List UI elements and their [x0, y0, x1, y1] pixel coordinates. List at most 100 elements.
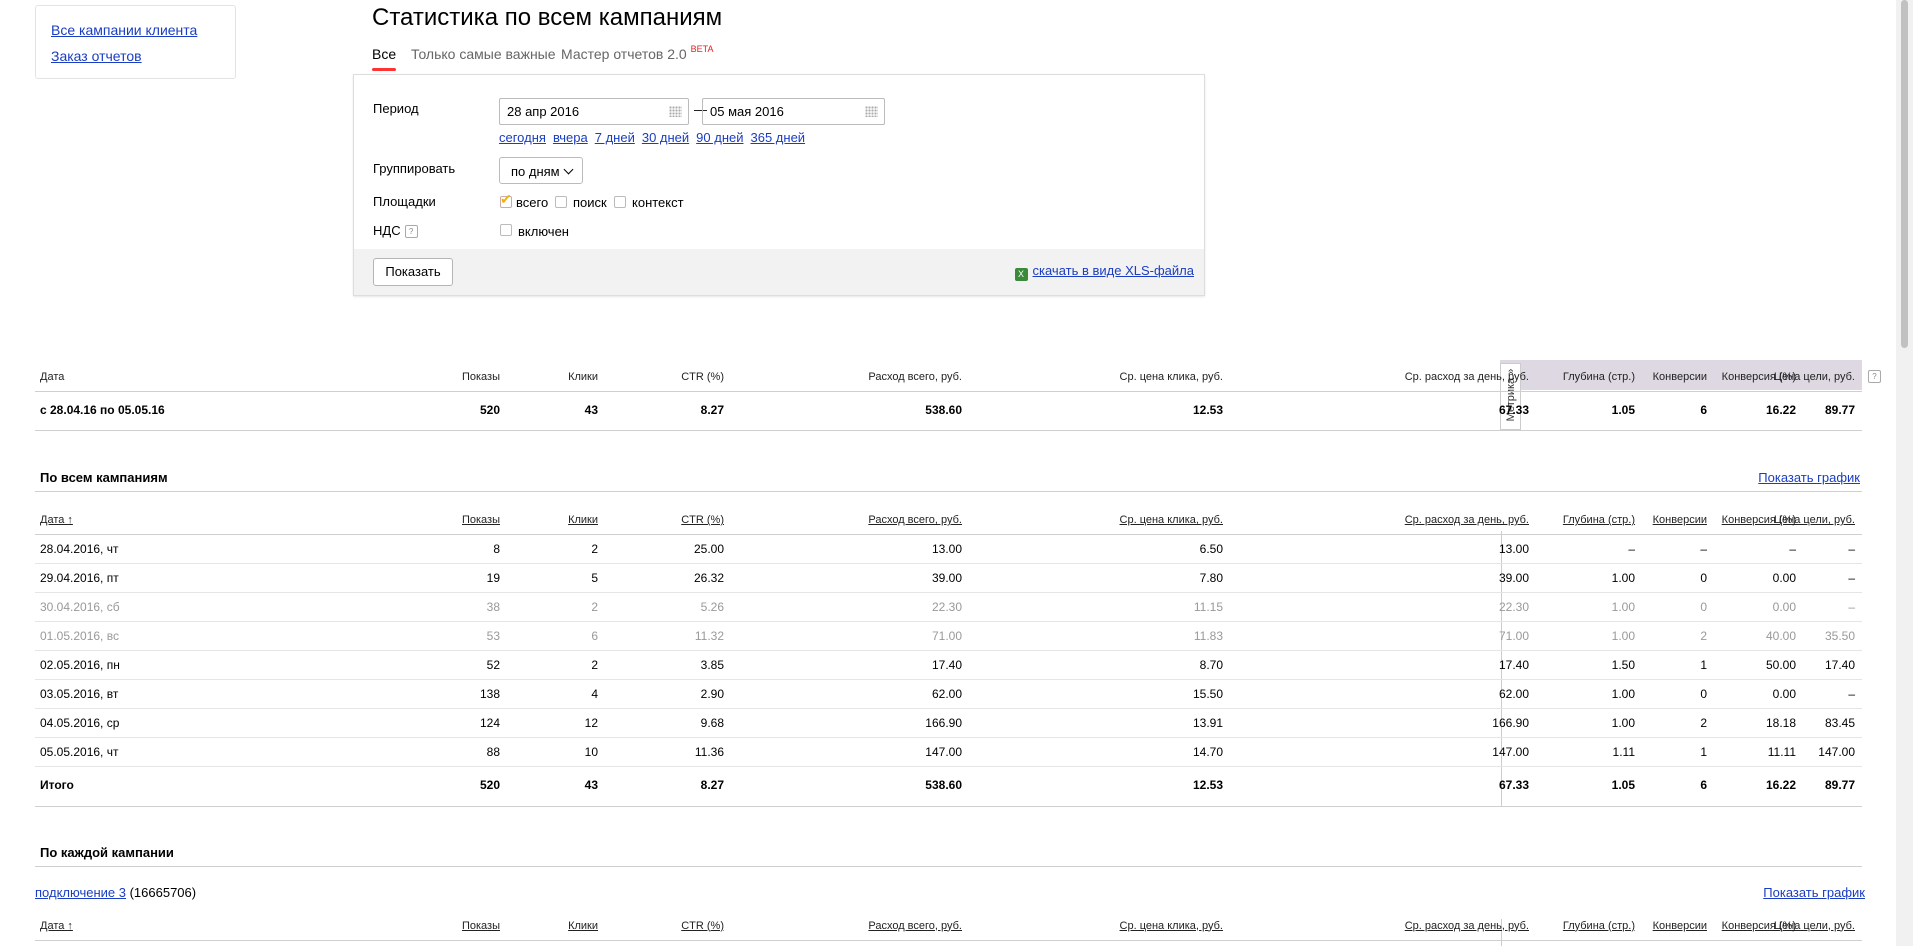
campaign-link[interactable]: подключение 3 — [35, 885, 126, 900]
show-button[interactable]: Показать — [373, 258, 453, 286]
table-row: 02.05.2016, пн 52 2 3.85 17.40 8.70 17.40 1.50 1… — [35, 650, 1862, 679]
col-impressions-sort[interactable]: Показы — [462, 506, 500, 534]
summary-avg-click: 12.53 — [1192, 403, 1223, 417]
col-ctr-label: CTR (%) — [681, 514, 724, 526]
col-goal-price: Цена цели, руб. — [1773, 370, 1855, 383]
all-client-campaigns-link[interactable]: Все кампании клиента — [51, 22, 197, 38]
order-reports-link[interactable]: Заказ отчетов — [51, 48, 142, 64]
cell-avg-click: 6.50 — [1199, 541, 1223, 556]
col-avg-click-sort[interactable]: Ср. цена клика, руб. — [1120, 506, 1223, 534]
daily-header-row: Дата ↑ Показы Клики CTR (%) Расход всего… — [35, 506, 1862, 534]
cell-conversions: 2 — [1700, 715, 1707, 730]
col-goal-price-label: Цена цели, руб. — [1773, 514, 1855, 526]
period-90-days-link[interactable]: 90 дней — [696, 130, 743, 145]
col-date-sort[interactable]: Дата ↑ — [40, 912, 73, 939]
table-row: 01.05.2016, вс 53 6 11.32 71.00 11.83 71.00 1.0… — [35, 621, 1862, 650]
col-spend-sort[interactable]: Расход всего, руб. — [868, 506, 962, 534]
cell-conversion-rate: – — [1789, 541, 1796, 556]
cell-clicks: 2 — [591, 541, 598, 556]
cell-avg-click: 13.91 — [1192, 715, 1223, 730]
col-ctr-sort[interactable]: CTR (%) — [681, 912, 724, 939]
cell-depth: 1.00 — [1611, 570, 1635, 585]
xls-download[interactable]: Xскачать в виде XLS-файла — [1014, 263, 1195, 281]
beta-badge: BETA — [690, 44, 714, 54]
vat-checkbox[interactable] — [500, 224, 512, 236]
period-yesterday-link[interactable]: вчера — [553, 130, 588, 145]
col-impressions-label: Показы — [461, 919, 500, 932]
period-365-days-link[interactable]: 365 дней — [751, 130, 806, 145]
cell-conversions: 0 — [1700, 599, 1707, 614]
col-depth-sort[interactable]: Глубина (стр.) — [1563, 506, 1635, 534]
total-avg-click: 12.53 — [1192, 778, 1223, 792]
cell-ctr: 2.90 — [700, 686, 724, 701]
cell-clicks: 4 — [591, 686, 598, 701]
cell-conversions: – — [1700, 541, 1707, 556]
excel-icon: X — [1014, 268, 1028, 281]
tab-all[interactable]: Все — [372, 46, 397, 71]
tab-important[interactable]: Только самые важные — [411, 46, 556, 62]
calendar-icon[interactable] — [669, 106, 682, 117]
help-icon[interactable]: ? — [1868, 370, 1881, 383]
col-goal-price-sort[interactable]: Цена цели, руб. — [1774, 912, 1855, 939]
col-avg-daily-sort[interactable]: Ср. расход за день, руб. — [1405, 506, 1529, 534]
help-icon[interactable]: ? — [404, 225, 418, 238]
cell-clicks: 2 — [591, 599, 598, 614]
platform-search-checkbox[interactable] — [555, 196, 567, 208]
period-today-link[interactable]: сегодня — [499, 130, 546, 145]
summary-impressions: 520 — [479, 403, 500, 417]
col-ctr-sort[interactable]: CTR (%) — [681, 506, 724, 534]
cell-avg-daily: 166.90 — [1492, 715, 1529, 730]
cell-spend: 17.40 — [931, 657, 962, 672]
vat-option-label: включен — [518, 224, 569, 239]
cell-clicks: 10 — [584, 744, 598, 759]
col-clicks-sort[interactable]: Клики — [568, 506, 598, 534]
col-avg-daily-sort[interactable]: Ср. расход за день, руб. — [1405, 912, 1529, 939]
cell-impressions: 88 — [486, 744, 500, 759]
col-spend-sort[interactable]: Расход всего, руб. — [868, 912, 962, 939]
cell-date: 05.05.2016, чт — [40, 744, 119, 759]
col-conversions: Конверсии — [1652, 370, 1707, 383]
col-date-sort[interactable]: Дата ↑ — [40, 506, 73, 534]
show-graph-link[interactable]: Показать график — [1763, 885, 1865, 900]
col-ctr: CTR (%) — [681, 370, 724, 383]
col-impressions-sort[interactable]: Показы — [462, 912, 500, 939]
vat-label-wrap: НДС? — [373, 223, 418, 238]
col-depth-sort[interactable]: Глубина (стр.) — [1563, 912, 1635, 939]
col-clicks-sort[interactable]: Клики — [568, 912, 598, 939]
period-30-days-link[interactable]: 30 дней — [642, 130, 689, 145]
platform-all-checkbox[interactable] — [500, 191, 512, 208]
scrollbar-thumb[interactable] — [1901, 0, 1908, 348]
summary-conversions: 6 — [1700, 403, 1707, 417]
platform-all-label: всего — [516, 195, 549, 210]
total-row: Итого 520 43 8.27 538.60 12.53 67.33 1.0… — [35, 770, 1862, 800]
tab-report-master-label: Мастер отчетов 2.0 — [561, 46, 687, 62]
period-7-days-link[interactable]: 7 дней — [595, 130, 635, 145]
col-conversions-sort[interactable]: Конверсии — [1653, 912, 1707, 939]
cell-conversions: 0 — [1700, 686, 1707, 701]
tab-report-master[interactable]: Мастер отчетов 2.0 BETA — [561, 44, 714, 62]
page-scrollbar[interactable] — [1896, 0, 1913, 946]
date-from-input[interactable]: 28 апр 2016 — [499, 98, 689, 125]
date-to-input[interactable]: 05 мая 2016 — [702, 98, 885, 125]
summary-goal-price: 89.77 — [1824, 403, 1855, 417]
platform-context-label: контекст — [632, 195, 684, 210]
col-goal-price-sort[interactable]: Цена цели, руб. — [1774, 506, 1855, 534]
page-title: Статистика по всем кампаниям — [372, 4, 723, 31]
cell-spend: 71.00 — [931, 628, 962, 643]
col-avg-click-sort[interactable]: Ср. цена клика, руб. — [1120, 912, 1223, 939]
col-conversions-sort[interactable]: Конверсии — [1653, 506, 1707, 534]
group-select[interactable]: по дням — [499, 157, 583, 184]
calendar-icon[interactable] — [865, 106, 878, 117]
cell-goal-price: 35.50 — [1824, 628, 1855, 643]
cell-conversion-rate: 0.00 — [1772, 570, 1796, 585]
cell-conversions: 1 — [1700, 657, 1707, 672]
col-avg-click-label: Ср. цена клика, руб. — [1119, 514, 1223, 526]
platform-context-checkbox[interactable] — [614, 196, 626, 208]
cell-depth: 1.00 — [1611, 599, 1635, 614]
show-graph-link[interactable]: Показать график — [1758, 470, 1860, 485]
xls-download-link[interactable]: скачать в виде XLS-файла — [1033, 263, 1195, 278]
filter-panel: Период 28 апр 2016 — 05 мая 2016 сегодня… — [353, 74, 1205, 296]
col-impressions: Показы — [461, 370, 500, 383]
cell-date: 02.05.2016, пн — [40, 657, 120, 672]
cell-clicks: 12 — [584, 715, 598, 730]
